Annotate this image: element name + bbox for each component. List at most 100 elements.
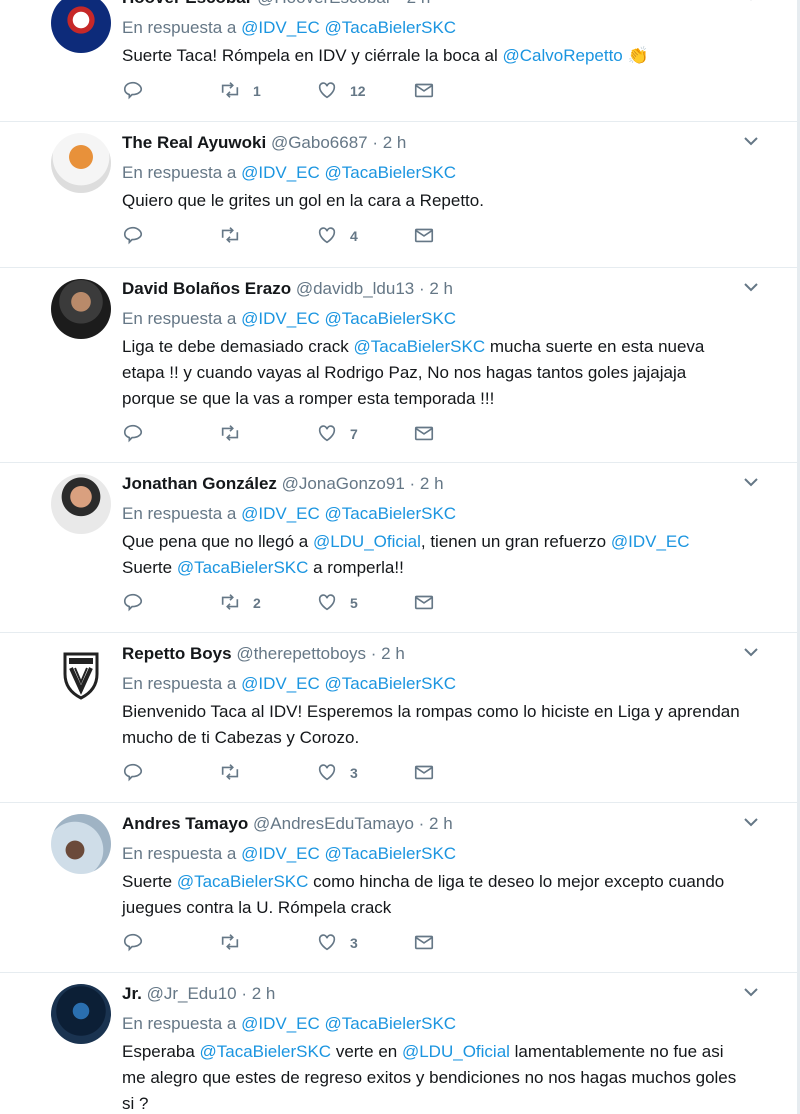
chevron-down-icon[interactable] — [743, 134, 758, 148]
direct-message-button[interactable] — [413, 224, 510, 249]
mention-link[interactable]: @IDV_EC — [241, 18, 320, 37]
reply-button[interactable] — [122, 761, 219, 786]
tweet-body: The Real Ayuwoki @Gabo6687 · 2 h En respu… — [122, 122, 797, 248]
direct-message-button[interactable] — [413, 591, 510, 616]
display-name[interactable]: David Bolaños Erazo — [122, 279, 291, 298]
like-button[interactable]: 3 — [316, 761, 413, 786]
retweet-button[interactable] — [219, 761, 316, 786]
chevron-down-icon[interactable] — [743, 645, 758, 659]
like-button[interactable]: 4 — [316, 224, 413, 249]
display-name[interactable]: Hoover Escobar — [122, 0, 252, 7]
text-segment: Suerte Taca! Rómpela en IDV y ciérrale l… — [122, 46, 503, 65]
mention-link[interactable]: @TacaBielerSKC — [325, 163, 457, 182]
mention-link[interactable]: @TacaBielerSKC — [200, 1042, 332, 1061]
direct-message-button[interactable] — [413, 422, 510, 447]
chevron-down-icon[interactable] — [743, 985, 758, 999]
retweet-button[interactable] — [219, 224, 316, 249]
tweet[interactable]: The Real Ayuwoki @Gabo6687 · 2 h En respu… — [0, 122, 797, 268]
chevron-down-icon[interactable] — [743, 0, 757, 3]
display-name[interactable]: Jr. — [122, 984, 142, 1003]
like-button[interactable]: 3 — [316, 931, 413, 956]
tweet[interactable]: Jr. @Jr_Edu10 · 2 h En respuesta a @IDV_E… — [0, 973, 797, 1114]
handle[interactable]: @davidb_ldu13 — [296, 279, 414, 298]
direct-message-button[interactable] — [413, 931, 510, 956]
mention-link[interactable]: @LDU_Oficial — [313, 532, 421, 551]
mention-link[interactable]: @IDV_EC — [241, 844, 320, 863]
avatar[interactable] — [51, 279, 111, 339]
mention-link[interactable]: @IDV_EC — [241, 674, 320, 693]
like-button[interactable]: 5 — [316, 591, 413, 616]
tweet[interactable]: Hoover Escobar @HooverEscobar · 2 h En re… — [0, 0, 797, 122]
mention-link[interactable]: @TacaBielerSKC — [325, 674, 457, 693]
avatar[interactable] — [51, 133, 111, 193]
avatar[interactable] — [51, 0, 111, 53]
avatar[interactable] — [51, 644, 111, 704]
like-icon — [316, 224, 338, 249]
avatar[interactable] — [51, 814, 111, 874]
chevron-down-icon[interactable] — [743, 815, 758, 829]
mention-link[interactable]: @CalvoRepetto — [503, 46, 623, 65]
tweet-actions: 4 — [122, 224, 797, 248]
mention-link[interactable]: @TacaBielerSKC — [177, 872, 309, 891]
mention-link[interactable]: @IDV_EC — [241, 163, 320, 182]
mention-link[interactable]: @TacaBielerSKC — [325, 504, 457, 523]
display-name[interactable]: The Real Ayuwoki — [122, 133, 266, 152]
chevron-down-icon[interactable] — [743, 280, 758, 294]
mention-link[interactable]: @TacaBielerSKC — [325, 309, 457, 328]
handle[interactable]: @Jr_Edu10 — [147, 984, 237, 1003]
reply-button[interactable] — [122, 79, 219, 104]
retweet-button[interactable] — [219, 422, 316, 447]
timestamp[interactable]: 2 h — [381, 644, 405, 663]
chevron-down-icon[interactable] — [743, 475, 758, 489]
timestamp[interactable]: 2 h — [429, 279, 453, 298]
tweet[interactable]: Andres Tamayo @AndresEduTamayo · 2 h En r… — [0, 803, 797, 973]
retweet-button[interactable]: 2 — [219, 591, 316, 616]
handle[interactable]: @JonaGonzo91 — [282, 474, 405, 493]
avatar[interactable] — [51, 474, 111, 534]
timestamp[interactable]: 2 h — [383, 133, 407, 152]
retweet-button[interactable]: 1 — [219, 79, 316, 104]
tweet-body: Repetto Boys @therepettoboys · 2 h En res… — [122, 633, 797, 785]
timestamp[interactable]: 2 h — [407, 0, 431, 7]
timestamp[interactable]: 2 h — [429, 814, 453, 833]
mention-link[interactable]: @TacaBielerSKC — [325, 1014, 457, 1033]
display-name[interactable]: Repetto Boys — [122, 644, 232, 663]
direct-message-icon — [413, 422, 435, 447]
display-name[interactable]: Andres Tamayo — [122, 814, 248, 833]
retweet-icon — [219, 761, 241, 786]
direct-message-button[interactable] — [413, 761, 510, 786]
mention-link[interactable]: @IDV_EC — [241, 309, 320, 328]
timestamp[interactable]: 2 h — [252, 984, 276, 1003]
display-name[interactable]: Jonathan González — [122, 474, 277, 493]
reply-context: En respuesta a @IDV_EC @TacaBielerSKC — [122, 162, 797, 184]
mention-link[interactable]: @IDV_EC — [241, 1014, 320, 1033]
mention-link[interactable]: @IDV_EC — [241, 504, 320, 523]
mention-link[interactable]: @TacaBielerSKC — [354, 337, 486, 356]
handle[interactable]: @HooverEscobar — [257, 0, 391, 7]
handle[interactable]: @AndresEduTamayo — [253, 814, 414, 833]
retweet-button[interactable] — [219, 931, 316, 956]
direct-message-button[interactable] — [413, 79, 510, 104]
tweet[interactable]: Jonathan González @JonaGonzo91 · 2 h En r… — [0, 463, 797, 633]
reply-button[interactable] — [122, 422, 219, 447]
text-segment: a romperla!! — [308, 558, 404, 577]
avatar[interactable] — [51, 984, 111, 1044]
mention-link[interactable]: @LDU_Oficial — [402, 1042, 510, 1061]
reply-button[interactable] — [122, 591, 219, 616]
mention-link[interactable]: @TacaBielerSKC — [325, 18, 457, 37]
reply-icon — [122, 79, 144, 104]
reply-button[interactable] — [122, 931, 219, 956]
separator: · — [414, 279, 430, 298]
mention-link[interactable]: @TacaBielerSKC — [177, 558, 309, 577]
handle[interactable]: @therepettoboys — [236, 644, 366, 663]
mention-link[interactable]: @TacaBielerSKC — [325, 844, 457, 863]
tweet[interactable]: David Bolaños Erazo @davidb_ldu13 · 2 h E… — [0, 268, 797, 463]
text-segment: Suerte — [122, 872, 177, 891]
mention-link[interactable]: @IDV_EC — [611, 532, 690, 551]
handle[interactable]: @Gabo6687 — [271, 133, 368, 152]
like-button[interactable]: 12 — [316, 79, 413, 104]
timestamp[interactable]: 2 h — [420, 474, 444, 493]
tweet[interactable]: Repetto Boys @therepettoboys · 2 h En res… — [0, 633, 797, 803]
like-button[interactable]: 7 — [316, 422, 413, 447]
reply-button[interactable] — [122, 224, 219, 249]
